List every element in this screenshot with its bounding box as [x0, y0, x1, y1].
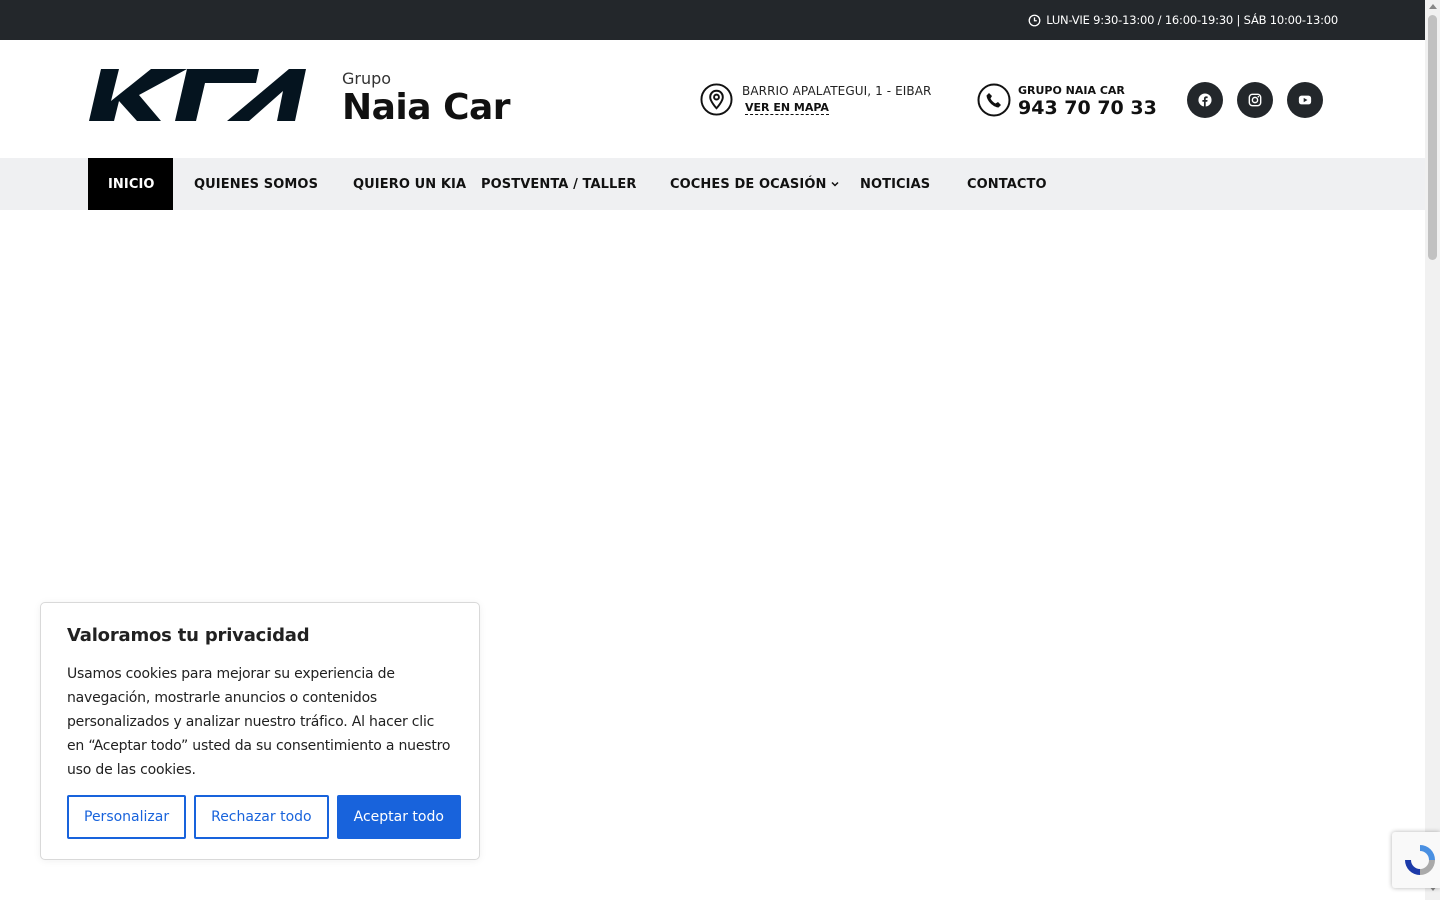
nav-item-postventa-taller[interactable]: POSTVENTA / TALLER	[481, 158, 670, 210]
nav-item-inicio[interactable]: INICIO	[88, 158, 173, 210]
accept-all-button[interactable]: Aceptar todo	[336, 795, 461, 839]
kia-logo[interactable]	[89, 69, 306, 121]
scroll-thumb[interactable]	[1428, 15, 1437, 260]
hours-text: LUN-VIE 9:30-13:00 / 16:00-19:30 | SÁB 1…	[1046, 13, 1338, 27]
chevron-down-icon	[831, 181, 839, 187]
phone-icon	[977, 83, 1011, 117]
nav-item-coches-de-ocasion[interactable]: COCHES DE OCASIÓN	[670, 158, 860, 210]
customize-button[interactable]: Personalizar	[67, 795, 187, 839]
clock-icon	[1028, 14, 1041, 26]
recaptcha-badge[interactable]	[1392, 832, 1440, 888]
map-link[interactable]: VER EN MAPA	[745, 101, 829, 115]
instagram-icon	[1248, 93, 1262, 107]
nav-item-contacto[interactable]: CONTACTO	[967, 158, 1087, 210]
scroll-up-arrow-icon[interactable]	[1429, 4, 1437, 9]
address-block: BARRIO APALATEGUI, 1 - EIBAR VER EN MAPA	[700, 83, 932, 116]
cookie-buttons: Personalizar Rechazar todo Aceptar todo	[67, 795, 461, 839]
brand-title: Naia Car	[342, 87, 511, 128]
nav-item-quienes-somos[interactable]: QUIENES SOMOS	[173, 158, 332, 210]
reject-all-button[interactable]: Rechazar todo	[194, 795, 329, 839]
cookie-text: Usamos cookies para mejorar su experienc…	[67, 666, 451, 778]
phone-number[interactable]: 943 70 70 33	[1018, 97, 1157, 119]
nav-item-quiero-un-kia[interactable]: QUIERO UN KIA	[332, 158, 481, 210]
recaptcha-icon	[1405, 845, 1435, 875]
site-header: Grupo Naia Car BARRIO APALATEGUI, 1 - EI…	[0, 40, 1425, 158]
top-bar: LUN-VIE 9:30-13:00 / 16:00-19:30 | SÁB 1…	[0, 0, 1425, 40]
facebook-link[interactable]	[1187, 82, 1223, 118]
phone-label: GRUPO NAIA CAR	[1018, 84, 1125, 97]
opening-hours: LUN-VIE 9:30-13:00 / 16:00-19:30 | SÁB 1…	[1028, 13, 1338, 27]
page: LUN-VIE 9:30-13:00 / 16:00-19:30 | SÁB 1…	[0, 0, 1440, 900]
nav-item-coches-label: COCHES DE OCASIÓN	[670, 176, 827, 192]
nav-item-noticias[interactable]: NOTICIAS	[860, 158, 967, 210]
address-text: BARRIO APALATEGUI, 1 - EIBAR	[742, 84, 932, 98]
phone-block[interactable]: GRUPO NAIA CAR 943 70 70 33	[977, 83, 1157, 119]
cookie-consent-banner: Valoramos tu privacidad Usamos cookies p…	[40, 602, 480, 860]
youtube-icon	[1298, 95, 1312, 105]
brand-name[interactable]: Grupo Naia Car	[342, 69, 511, 128]
instagram-link[interactable]	[1237, 82, 1273, 118]
location-pin-icon	[700, 83, 733, 116]
facebook-icon	[1198, 93, 1212, 107]
scrollbar[interactable]	[1425, 0, 1440, 900]
cookie-title: Valoramos tu privacidad	[67, 625, 310, 646]
main-nav: INICIO QUIENES SOMOS QUIERO UN KIA POSTV…	[0, 158, 1425, 210]
youtube-link[interactable]	[1287, 82, 1323, 118]
brand-prefix: Grupo	[342, 69, 392, 88]
